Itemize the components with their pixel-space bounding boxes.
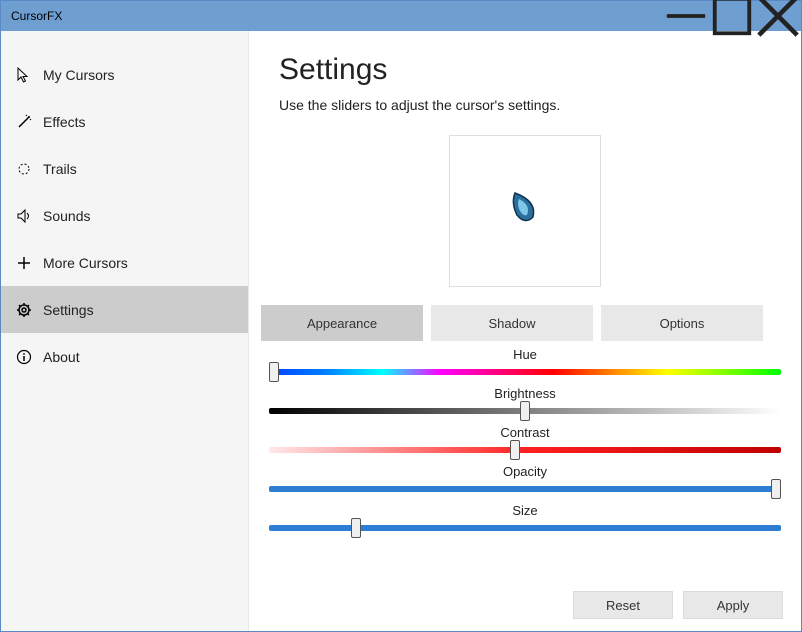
slider-size-thumb[interactable] <box>351 518 361 538</box>
slider-hue-group: Hue <box>265 347 785 380</box>
maximize-button[interactable] <box>709 1 755 31</box>
gear-icon <box>15 301 33 319</box>
slider-hue-label: Hue <box>265 347 785 362</box>
sidebar-item-label: Trails <box>43 161 77 177</box>
body: My Cursors Effects Trails Sounds <box>1 31 801 631</box>
sidebar-item-label: Sounds <box>43 208 90 224</box>
slider-size-group: Size <box>265 503 785 536</box>
sidebar-item-label: Effects <box>43 114 86 130</box>
slider-brightness[interactable] <box>269 403 781 419</box>
tab-options[interactable]: Options <box>601 305 763 341</box>
footer-buttons: Reset Apply <box>573 591 783 619</box>
slider-size[interactable] <box>269 520 781 536</box>
trails-icon <box>15 160 33 178</box>
slider-hue[interactable] <box>269 364 781 380</box>
slider-opacity-group: Opacity <box>265 464 785 497</box>
slider-brightness-group: Brightness <box>265 386 785 419</box>
sidebar-item-sounds[interactable]: Sounds <box>1 192 248 239</box>
sidebar-item-my-cursors[interactable]: My Cursors <box>1 51 248 98</box>
sidebar-item-settings[interactable]: Settings <box>1 286 248 333</box>
slider-contrast-group: Contrast <box>265 425 785 458</box>
close-button[interactable] <box>755 1 801 31</box>
sound-icon <box>15 207 33 225</box>
settings-tabs: Appearance Shadow Options <box>261 305 801 341</box>
sidebar-item-more-cursors[interactable]: More Cursors <box>1 239 248 286</box>
sliders-panel: Hue Brightness Contrast <box>249 341 801 542</box>
preview-cursor-icon <box>503 187 547 236</box>
page-title: Settings <box>279 53 771 87</box>
slider-hue-thumb[interactable] <box>269 362 279 382</box>
reset-button[interactable]: Reset <box>573 591 673 619</box>
app-window: CursorFX My Cursors Effects <box>0 0 802 632</box>
cursor-preview <box>449 135 601 287</box>
slider-brightness-thumb[interactable] <box>520 401 530 421</box>
main-header: Settings Use the sliders to adjust the c… <box>249 31 801 123</box>
slider-contrast[interactable] <box>269 442 781 458</box>
main-panel: Settings Use the sliders to adjust the c… <box>249 31 801 631</box>
slider-opacity[interactable] <box>269 481 781 497</box>
slider-contrast-label: Contrast <box>265 425 785 440</box>
sidebar: My Cursors Effects Trails Sounds <box>1 31 249 631</box>
slider-opacity-thumb[interactable] <box>771 479 781 499</box>
window-title: CursorFX <box>11 9 62 23</box>
slider-opacity-label: Opacity <box>265 464 785 479</box>
sidebar-item-trails[interactable]: Trails <box>1 145 248 192</box>
sidebar-item-label: About <box>43 349 80 365</box>
slider-size-label: Size <box>265 503 785 518</box>
page-subtitle: Use the sliders to adjust the cursor's s… <box>279 97 771 113</box>
sidebar-item-label: My Cursors <box>43 67 115 83</box>
minimize-button[interactable] <box>663 1 709 31</box>
cursor-icon <box>15 66 33 84</box>
info-icon <box>15 348 33 366</box>
sidebar-item-label: More Cursors <box>43 255 128 271</box>
sidebar-item-label: Settings <box>43 302 94 318</box>
slider-brightness-label: Brightness <box>265 386 785 401</box>
sidebar-item-about[interactable]: About <box>1 333 248 380</box>
slider-contrast-thumb[interactable] <box>510 440 520 460</box>
apply-button[interactable]: Apply <box>683 591 783 619</box>
tab-shadow[interactable]: Shadow <box>431 305 593 341</box>
titlebar: CursorFX <box>1 1 801 31</box>
tab-appearance[interactable]: Appearance <box>261 305 423 341</box>
wand-icon <box>15 113 33 131</box>
plus-icon <box>15 254 33 272</box>
sidebar-item-effects[interactable]: Effects <box>1 98 248 145</box>
